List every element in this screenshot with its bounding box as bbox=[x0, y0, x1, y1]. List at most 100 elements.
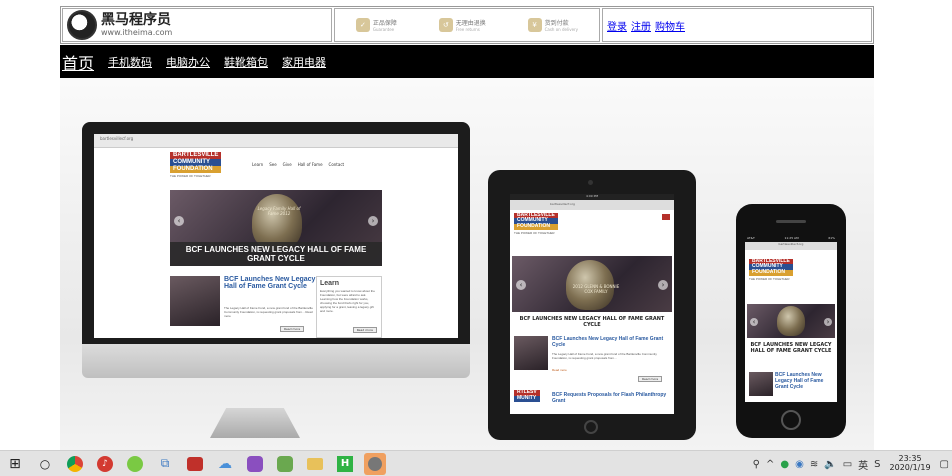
nav-home[interactable]: 首页 bbox=[62, 50, 94, 74]
windows-start-icon[interactable]: ⊞ bbox=[4, 453, 26, 475]
ipad-mockup: 4:09 PM bartlesvillecf.org BARTLESVILLE … bbox=[488, 170, 696, 440]
hero-slide: 2012 GLENN & BONNIE COX FAMILY ‹ › bbox=[512, 256, 672, 312]
register-link[interactable]: 注册 bbox=[631, 18, 651, 33]
story-text: The Legacy Hall of Fame Fund, a new gran… bbox=[552, 352, 657, 360]
menu-item: Give bbox=[282, 162, 292, 167]
camera-icon bbox=[588, 180, 593, 185]
page: 黑马程序员 www.itheima.com ✓ 正品保障 Guarantee ↺ … bbox=[0, 0, 952, 476]
clock-date: 2020/1/19 bbox=[889, 463, 931, 472]
story2-logo: RTLESV MUNITY bbox=[514, 389, 540, 402]
windows-taskbar: ⊞ ○ ♪ ⧉ ☁ H ⚲ ^ ● ◉ ≋ 🔈 ▭ 英 S 23:35 2020… bbox=[0, 450, 952, 476]
site-menu: Learn See Give Hall of Fame Contact bbox=[252, 162, 344, 167]
iphone-url-bar: bartlesvillecf.org bbox=[745, 242, 837, 250]
bcf-logo: BARTLESVILLE COMMUNITY FOUNDATION THE PO… bbox=[749, 258, 793, 281]
learn-box: Learn Everything you wanted to know abou… bbox=[316, 276, 382, 338]
cat-app-icon[interactable] bbox=[184, 453, 206, 475]
wifi-icon[interactable]: ≋ bbox=[810, 459, 818, 470]
slide-caption: BCF LAUNCHES NEW LEGACY HALL OF FAME GRA… bbox=[750, 342, 832, 354]
login-link[interactable]: 登录 bbox=[607, 18, 627, 33]
learn-text: Everything you wanted to know about the … bbox=[320, 289, 375, 313]
clock[interactable]: 23:35 2020/1/19 bbox=[889, 454, 931, 473]
logo-title: 黑马程序员 bbox=[101, 12, 171, 28]
iphone-mockup: AT&T 11:25 AM 61% bartlesvillecf.org BAR… bbox=[736, 204, 846, 438]
sogou-icon[interactable]: S bbox=[874, 459, 880, 470]
input-method-icon[interactable]: 英 bbox=[858, 457, 868, 472]
story-thumbnail bbox=[170, 276, 220, 326]
next-arrow-icon: › bbox=[368, 216, 378, 226]
monitor-icon[interactable]: ▭ bbox=[843, 459, 852, 470]
home-button-icon bbox=[584, 420, 598, 434]
main-nav: 首页 手机数码 电脑办公 鞋靴箱包 家用电器 bbox=[60, 45, 874, 78]
slide-caption: BCF LAUNCHES NEW LEGACY HALL OF FAME GRA… bbox=[519, 316, 665, 328]
hbuilder-icon[interactable]: H bbox=[334, 453, 356, 475]
menu-item: Contact bbox=[328, 162, 345, 167]
network-app-icon[interactable]: ◉ bbox=[795, 459, 804, 470]
nav-phones[interactable]: 手机数码 bbox=[108, 54, 152, 70]
imac-chin bbox=[82, 344, 470, 378]
menu-item: See bbox=[269, 162, 277, 167]
prev-arrow-icon: ‹ bbox=[516, 280, 526, 290]
wechat-icon[interactable]: ● bbox=[780, 459, 789, 470]
menu-item: Hall of Fame bbox=[297, 162, 323, 167]
netease-music-icon[interactable]: ♪ bbox=[94, 453, 116, 475]
nav-computers[interactable]: 电脑办公 bbox=[166, 54, 210, 70]
nav-shoes-bags[interactable]: 鞋靴箱包 bbox=[224, 54, 268, 70]
story-thumbnail bbox=[514, 336, 548, 370]
header: 黑马程序员 www.itheima.com ✓ 正品保障 Guarantee ↺ … bbox=[60, 6, 874, 44]
cortana-icon[interactable]: ○ bbox=[34, 453, 56, 475]
bcf-logo: BARTLESVILLE COMMUNITY FOUNDATION THE PO… bbox=[170, 152, 222, 178]
prev-arrow-icon: ‹ bbox=[750, 318, 758, 326]
read-more-button: Read more bbox=[280, 326, 305, 332]
chevron-up-icon[interactable]: ^ bbox=[766, 459, 774, 470]
read-more-link: Read more bbox=[552, 368, 567, 372]
volume-icon[interactable]: 🔈 bbox=[824, 459, 836, 470]
promise-cod: ¥ 货到付款 Cash on delivery bbox=[527, 18, 578, 32]
cloud-app-icon[interactable]: ☁ bbox=[214, 453, 236, 475]
learn-read-more-button: Read more bbox=[352, 327, 377, 333]
cart-link[interactable]: 购物车 bbox=[655, 18, 685, 33]
prev-arrow-icon: ‹ bbox=[174, 216, 184, 226]
service-promises: ✓ 正品保障 Guarantee ↺ 无理由退换 Free returns ¥ 货到… bbox=[334, 8, 600, 42]
user-links: 登录 注册 购物车 bbox=[602, 8, 872, 42]
promise-returns: ↺ 无理由退换 Free returns bbox=[438, 18, 486, 32]
bcf-logo: BARTLESVILLE COMMUNITY FOUNDATION THE PO… bbox=[514, 212, 558, 235]
story-thumbnail bbox=[749, 372, 773, 396]
chrome-icon[interactable] bbox=[64, 453, 86, 475]
ipad-url-bar: bartlesvillecf.org bbox=[510, 200, 674, 210]
trophy-image bbox=[777, 306, 805, 336]
avatar-app-icon[interactable] bbox=[364, 452, 386, 475]
story2-title: BCF Requests Proposals for Flash Philant… bbox=[552, 392, 667, 404]
imac-stand bbox=[210, 408, 300, 438]
read-more-button: Read more bbox=[638, 376, 663, 382]
system-tray: ⚲ ^ ● ◉ ≋ 🔈 ▭ 英 S 23:35 2020/1/19 ▢ bbox=[750, 451, 952, 476]
hero-slide: Legacy Family Hall of Fame 2012 ‹ › BCF … bbox=[170, 190, 382, 266]
person-icon[interactable]: ⚲ bbox=[753, 459, 760, 470]
menu-item: Learn bbox=[252, 162, 264, 167]
notification-icon[interactable]: ▢ bbox=[940, 459, 949, 470]
story-text: The Legacy Hall of Fame Fund, a new gran… bbox=[224, 306, 313, 318]
game-app-icon[interactable] bbox=[274, 453, 296, 475]
browser-url-bar: bartlesvillecf.org bbox=[94, 134, 458, 148]
next-arrow-icon: › bbox=[658, 280, 668, 290]
home-button-icon bbox=[781, 410, 801, 430]
logo[interactable]: 黑马程序员 www.itheima.com bbox=[62, 8, 332, 42]
nav-appliances[interactable]: 家用电器 bbox=[282, 54, 326, 70]
horse-logo-icon bbox=[67, 10, 97, 40]
menu-icon bbox=[662, 214, 670, 220]
iphone-screen: AT&T 11:25 AM 61% bartlesvillecf.org BAR… bbox=[745, 236, 837, 402]
story-title: BCF Launches New Legacy Hall of Fame Gra… bbox=[775, 372, 824, 390]
baidu-netdisk-icon[interactable] bbox=[124, 453, 146, 475]
imac-mockup: bartlesvillecf.org BARTLESVILLE COMMUNIT… bbox=[82, 122, 470, 378]
return-icon: ↺ bbox=[438, 18, 453, 32]
learn-title: Learn bbox=[320, 280, 340, 287]
github-desktop-icon[interactable] bbox=[244, 453, 266, 475]
banner-image[interactable]: bartlesvillecf.org BARTLESVILLE COMMUNIT… bbox=[60, 78, 874, 450]
slide-caption: BCF LAUNCHES NEW LEGACY HALL OF FAME GRA… bbox=[170, 242, 382, 266]
delivery-icon: ¥ bbox=[527, 18, 542, 32]
file-explorer-icon[interactable] bbox=[304, 453, 326, 475]
next-arrow-icon: › bbox=[824, 318, 832, 326]
imac-screen: bartlesvillecf.org BARTLESVILLE COMMUNIT… bbox=[94, 134, 458, 338]
shield-icon: ✓ bbox=[355, 18, 370, 32]
speaker-icon bbox=[776, 220, 806, 223]
app-switcher-icon[interactable]: ⧉ bbox=[154, 453, 176, 475]
